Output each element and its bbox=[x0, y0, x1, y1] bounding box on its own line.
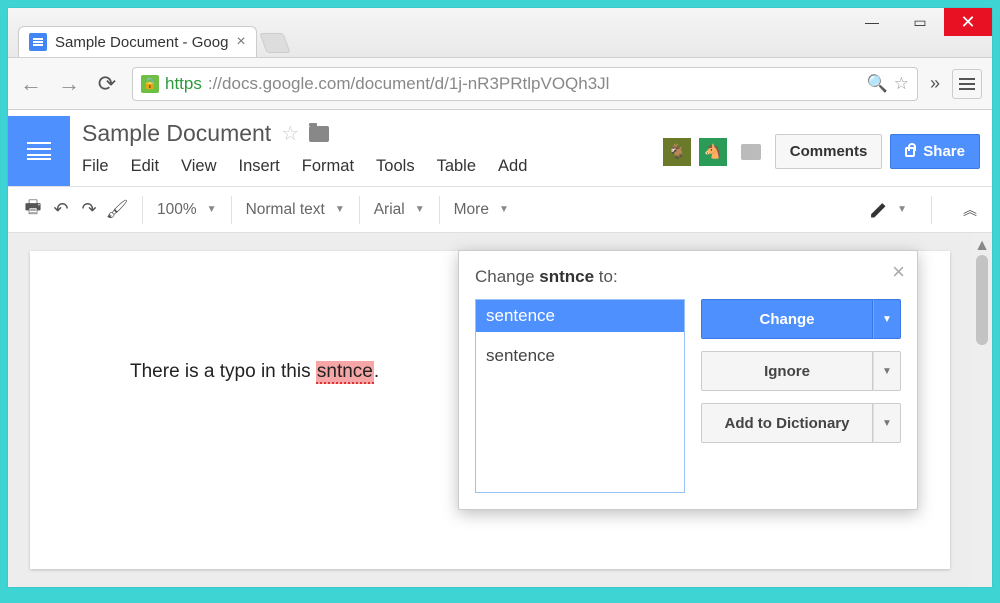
spellcheck-title: Change sntnce to: bbox=[475, 267, 685, 287]
undo-icon[interactable]: ↶ bbox=[50, 199, 72, 221]
forward-button[interactable]: → bbox=[56, 71, 82, 97]
collaborator-avatar-2[interactable]: 🐴 bbox=[699, 138, 727, 166]
font-select[interactable]: Arial ▼ bbox=[374, 201, 425, 219]
collapse-toolbar-button[interactable]: ︽ bbox=[956, 199, 978, 221]
scroll-thumb[interactable] bbox=[976, 255, 988, 345]
browser-tab[interactable]: Sample Document - Goog × bbox=[18, 26, 257, 57]
share-button[interactable]: Share bbox=[890, 134, 980, 169]
menu-edit[interactable]: Edit bbox=[131, 157, 159, 176]
window-maximize-button[interactable]: ▭ bbox=[896, 8, 944, 36]
change-button-label: Change bbox=[701, 299, 873, 339]
docs-header: Sample Document ☆ File Edit View Insert … bbox=[8, 110, 992, 187]
url-path: ://docs.google.com/document/d/1j-nR3PRtl… bbox=[208, 74, 610, 94]
menu-insert[interactable]: Insert bbox=[239, 157, 280, 176]
paragraph-style-select[interactable]: Normal text ▼ bbox=[246, 201, 345, 219]
chevron-down-icon: ▼ bbox=[335, 204, 345, 215]
vertical-scrollbar[interactable]: ▲ bbox=[972, 233, 992, 587]
chevron-down-icon: ▼ bbox=[207, 204, 217, 215]
paragraph-style-value: Normal text bbox=[246, 201, 325, 219]
suggestion-list: sentence sentence bbox=[475, 299, 685, 493]
star-document-button[interactable]: ☆ bbox=[281, 121, 299, 146]
move-folder-icon[interactable] bbox=[309, 126, 329, 142]
zoom-select[interactable]: 100% ▼ bbox=[157, 201, 217, 219]
docs-logo-icon[interactable] bbox=[8, 116, 70, 186]
tab-title: Sample Document - Goog bbox=[55, 34, 228, 51]
menu-addons[interactable]: Add bbox=[498, 157, 527, 176]
font-value: Arial bbox=[374, 201, 405, 219]
menu-view[interactable]: View bbox=[181, 157, 216, 176]
spell-title-suffix: to: bbox=[594, 267, 618, 286]
menu-bar: File Edit View Insert Format Tools Table… bbox=[82, 147, 663, 186]
url-scheme: https bbox=[165, 74, 202, 94]
browser-tab-strip: Sample Document - Goog × bbox=[8, 8, 992, 58]
lock-icon bbox=[905, 147, 915, 157]
reload-button[interactable]: ⟳ bbox=[94, 71, 120, 97]
suggestion-selected[interactable]: sentence bbox=[476, 300, 684, 332]
address-bar[interactable]: 🔒 https ://docs.google.com/document/d/1j-… bbox=[132, 67, 918, 101]
docs-favicon-icon bbox=[29, 33, 47, 51]
chat-icon[interactable] bbox=[741, 144, 761, 160]
pencil-icon bbox=[871, 202, 887, 218]
window-close-button[interactable]: ✕ bbox=[944, 8, 992, 36]
collaborator-avatar-1[interactable]: 🐐 bbox=[663, 138, 691, 166]
menu-table[interactable]: Table bbox=[437, 157, 476, 176]
search-icon[interactable]: 🔍 bbox=[867, 74, 888, 94]
add-to-dictionary-label: Add to Dictionary bbox=[701, 403, 873, 443]
chevron-down-icon: ▼ bbox=[499, 204, 509, 215]
change-dropdown-button[interactable]: ▼ bbox=[873, 299, 901, 339]
change-button[interactable]: Change ▼ bbox=[701, 299, 901, 339]
redo-icon[interactable]: ↷ bbox=[78, 199, 100, 221]
ignore-button[interactable]: Ignore ▼ bbox=[701, 351, 901, 391]
print-icon[interactable]: 🖶 bbox=[22, 199, 44, 221]
spell-title-word: sntnce bbox=[539, 267, 594, 286]
menu-file[interactable]: File bbox=[82, 157, 109, 176]
more-label: More bbox=[454, 201, 489, 219]
window-minimize-button[interactable]: — bbox=[848, 8, 896, 36]
body-text-after: . bbox=[374, 361, 379, 382]
extensions-overflow-button[interactable]: » bbox=[930, 73, 940, 94]
ignore-dropdown-button[interactable]: ▼ bbox=[873, 351, 901, 391]
chevron-down-icon: ▼ bbox=[415, 204, 425, 215]
back-button[interactable]: ← bbox=[18, 71, 44, 97]
add-to-dictionary-dropdown-button[interactable]: ▼ bbox=[873, 403, 901, 443]
document-title[interactable]: Sample Document bbox=[82, 120, 271, 147]
add-to-dictionary-button[interactable]: Add to Dictionary ▼ bbox=[701, 403, 901, 443]
lock-icon: 🔒 bbox=[141, 75, 159, 93]
new-tab-button[interactable] bbox=[259, 33, 290, 53]
menu-format[interactable]: Format bbox=[302, 157, 354, 176]
spell-title-prefix: Change bbox=[475, 267, 539, 286]
zoom-value: 100% bbox=[157, 201, 197, 219]
bookmark-star-icon[interactable]: ☆ bbox=[894, 74, 909, 94]
docs-toolbar: 🖶 ↶ ↷ 🖌 100% ▼ Normal text ▼ Arial ▼ Mor… bbox=[8, 187, 992, 233]
editing-mode-button[interactable]: ▼ bbox=[871, 202, 907, 218]
suggestion-option[interactable]: sentence bbox=[476, 332, 684, 380]
share-button-label: Share bbox=[923, 143, 965, 160]
comments-button[interactable]: Comments bbox=[775, 134, 883, 169]
spellcheck-dialog: Change sntnce to: sentence sentence × Ch… bbox=[458, 250, 918, 510]
chevron-down-icon: ▼ bbox=[897, 204, 907, 215]
close-dialog-button[interactable]: × bbox=[892, 259, 905, 285]
body-text: There is a typo in this bbox=[130, 361, 316, 382]
scroll-up-icon[interactable]: ▲ bbox=[974, 237, 990, 255]
tab-close-button[interactable]: × bbox=[236, 33, 245, 51]
paint-format-icon[interactable]: 🖌 bbox=[106, 199, 128, 221]
misspelled-word[interactable]: sntnce bbox=[316, 361, 374, 384]
menu-tools[interactable]: Tools bbox=[376, 157, 415, 176]
browser-menu-button[interactable] bbox=[952, 69, 982, 99]
ignore-button-label: Ignore bbox=[701, 351, 873, 391]
more-toolbar-button[interactable]: More ▼ bbox=[454, 201, 509, 219]
browser-toolbar: ← → ⟳ 🔒 https ://docs.google.com/document… bbox=[8, 58, 992, 110]
